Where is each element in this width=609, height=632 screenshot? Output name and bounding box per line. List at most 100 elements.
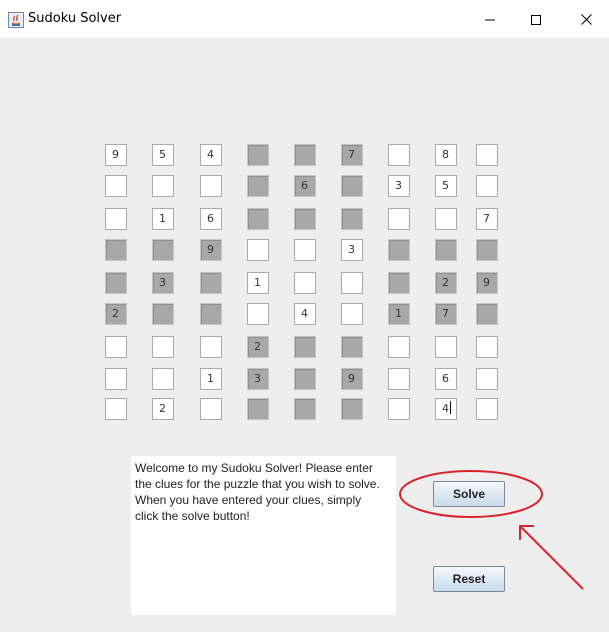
sudoku-cell[interactable]: 6: [200, 208, 222, 230]
sudoku-cell[interactable]: [294, 398, 316, 420]
sudoku-cell[interactable]: [105, 272, 127, 294]
sudoku-cell[interactable]: [105, 208, 127, 230]
cell-value: 4: [442, 402, 449, 415]
sudoku-cell[interactable]: [341, 336, 363, 358]
sudoku-cell[interactable]: 4: [435, 398, 457, 420]
sudoku-cell[interactable]: [247, 303, 269, 325]
sudoku-cell[interactable]: 9: [476, 272, 498, 294]
sudoku-cell[interactable]: [341, 208, 363, 230]
sudoku-cell[interactable]: 3: [152, 272, 174, 294]
sudoku-cell[interactable]: 4: [200, 144, 222, 166]
sudoku-cell[interactable]: 7: [341, 144, 363, 166]
sudoku-cell[interactable]: [476, 398, 498, 420]
sudoku-cell[interactable]: [200, 272, 222, 294]
sudoku-cell[interactable]: 4: [294, 303, 316, 325]
cell-value: 7: [348, 148, 355, 161]
cell-value: 9: [483, 276, 490, 289]
sudoku-cell[interactable]: [294, 144, 316, 166]
sudoku-cell[interactable]: [476, 336, 498, 358]
sudoku-cell[interactable]: [247, 144, 269, 166]
sudoku-cell[interactable]: 1: [247, 272, 269, 294]
sudoku-cell[interactable]: [247, 208, 269, 230]
sudoku-cell[interactable]: 9: [105, 144, 127, 166]
sudoku-cell[interactable]: [294, 239, 316, 261]
solve-button[interactable]: Solve: [433, 481, 505, 507]
sudoku-cell[interactable]: 1: [152, 208, 174, 230]
sudoku-cell[interactable]: 6: [294, 175, 316, 197]
sudoku-cell[interactable]: [341, 398, 363, 420]
sudoku-cell[interactable]: [105, 336, 127, 358]
sudoku-cell[interactable]: [247, 239, 269, 261]
sudoku-cell[interactable]: [476, 144, 498, 166]
minimize-button[interactable]: [467, 0, 513, 38]
sudoku-cell[interactable]: [435, 336, 457, 358]
cell-value: 9: [348, 372, 355, 385]
sudoku-cell[interactable]: [247, 398, 269, 420]
sudoku-cell[interactable]: [294, 208, 316, 230]
sudoku-cell[interactable]: [152, 303, 174, 325]
reset-button[interactable]: Reset: [433, 566, 505, 592]
sudoku-cell[interactable]: [476, 303, 498, 325]
sudoku-cell[interactable]: [152, 336, 174, 358]
cell-value: 3: [395, 179, 402, 192]
sudoku-cell[interactable]: 9: [200, 239, 222, 261]
sudoku-cell[interactable]: [435, 239, 457, 261]
sudoku-cell[interactable]: [388, 398, 410, 420]
maximize-button[interactable]: [513, 0, 559, 38]
sudoku-cell[interactable]: [388, 368, 410, 390]
sudoku-cell[interactable]: 2: [152, 398, 174, 420]
sudoku-cell[interactable]: [152, 368, 174, 390]
sudoku-cell[interactable]: [152, 175, 174, 197]
sudoku-cell[interactable]: [105, 398, 127, 420]
sudoku-cell[interactable]: [476, 368, 498, 390]
sudoku-cell[interactable]: [388, 336, 410, 358]
sudoku-cell[interactable]: 3: [341, 239, 363, 261]
sudoku-cell[interactable]: 5: [152, 144, 174, 166]
sudoku-cell[interactable]: [200, 303, 222, 325]
sudoku-cell[interactable]: 7: [476, 208, 498, 230]
sudoku-cell[interactable]: [435, 208, 457, 230]
cell-value: 2: [112, 307, 119, 320]
sudoku-cell[interactable]: [341, 175, 363, 197]
sudoku-cell[interactable]: [200, 336, 222, 358]
sudoku-cell[interactable]: 8: [435, 144, 457, 166]
sudoku-cell[interactable]: [476, 239, 498, 261]
sudoku-cell[interactable]: [388, 239, 410, 261]
cell-value: 8: [442, 148, 449, 161]
sudoku-cell[interactable]: 7: [435, 303, 457, 325]
sudoku-cell[interactable]: [341, 272, 363, 294]
sudoku-cell[interactable]: [341, 303, 363, 325]
close-button[interactable]: [563, 0, 609, 38]
sudoku-cell[interactable]: [247, 175, 269, 197]
minimize-icon: [485, 10, 495, 29]
sudoku-cell[interactable]: 2: [435, 272, 457, 294]
sudoku-cell[interactable]: 9: [341, 368, 363, 390]
sudoku-cell[interactable]: 2: [247, 336, 269, 358]
sudoku-cell[interactable]: [105, 175, 127, 197]
sudoku-cell[interactable]: [200, 398, 222, 420]
sudoku-cell[interactable]: [105, 368, 127, 390]
sudoku-cell[interactable]: [294, 368, 316, 390]
sudoku-cell[interactable]: 1: [388, 303, 410, 325]
sudoku-cell[interactable]: 3: [247, 368, 269, 390]
sudoku-cell[interactable]: [152, 239, 174, 261]
sudoku-cell[interactable]: [294, 272, 316, 294]
close-icon: [580, 10, 592, 29]
sudoku-cell[interactable]: 2: [105, 303, 127, 325]
sudoku-cell[interactable]: [388, 272, 410, 294]
sudoku-cell[interactable]: 3: [388, 175, 410, 197]
sudoku-cell[interactable]: 1: [200, 368, 222, 390]
sudoku-cell[interactable]: [476, 175, 498, 197]
cell-value: 4: [207, 148, 214, 161]
sudoku-cell[interactable]: 5: [435, 175, 457, 197]
cell-value: 9: [112, 148, 119, 161]
window-title: Sudoku Solver: [28, 11, 122, 26]
sudoku-cell[interactable]: [388, 208, 410, 230]
sudoku-cell[interactable]: [294, 336, 316, 358]
sudoku-cell[interactable]: 6: [435, 368, 457, 390]
cell-value: 1: [254, 276, 261, 289]
sudoku-cell[interactable]: [388, 144, 410, 166]
sudoku-cell[interactable]: [200, 175, 222, 197]
sudoku-cell[interactable]: [105, 239, 127, 261]
cell-value: 6: [301, 179, 308, 192]
